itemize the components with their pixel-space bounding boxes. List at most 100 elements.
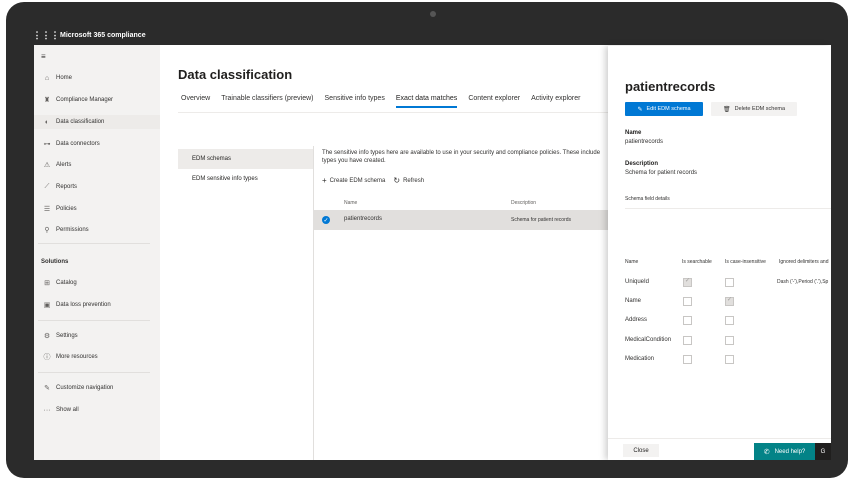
nav-item-customize-navigation[interactable]: ✎ Customize navigation (34, 381, 160, 395)
subnav-divider (313, 146, 314, 460)
subnav-edm-sensitive-info-types[interactable]: EDM sensitive info types (178, 169, 313, 189)
tab-sensitive-info-types[interactable]: Sensitive info types (325, 95, 385, 108)
case-insensitive-checkbox[interactable] (725, 336, 734, 345)
edit-icon: ✎ (637, 106, 643, 113)
nav-item-label: Data loss prevention (56, 302, 111, 308)
case-insensitive-checkbox[interactable] (725, 278, 734, 287)
nav-divider (38, 243, 150, 244)
info-icon: ⓘ (43, 354, 51, 361)
column-description[interactable]: Description (511, 200, 536, 206)
nav-item-label: Customize navigation (56, 385, 114, 391)
nav-item-label: Show all (56, 407, 79, 413)
connectors-icon: ⊶ (43, 141, 51, 148)
nav-item-label: Home (56, 75, 73, 81)
nav-item-data-connectors[interactable]: ⊶ Data connectors (34, 137, 160, 151)
nav-item-label: Permissions (56, 227, 89, 233)
plus-icon: + (322, 176, 327, 185)
give-feedback-button[interactable]: G (815, 443, 831, 460)
device-bezel: ⋮⋮⋮ Microsoft 365 compliance ≡ ⌂ Home ♜ … (6, 2, 848, 478)
searchable-checkbox[interactable] (683, 316, 692, 325)
command-bar: + Create EDM schema ↻ Refresh (322, 176, 432, 185)
nav-item-label: Reports (56, 184, 78, 190)
create-edm-schema-button[interactable]: + Create EDM schema (322, 176, 385, 185)
tab-bar: Overview Trainable classifiers (preview)… (181, 95, 591, 108)
nav-item-label: Data classification (56, 119, 105, 125)
nav-item-label: More resources (56, 354, 98, 360)
nav-item-catalog[interactable]: ⊞ Catalog (34, 276, 160, 290)
tab-exact-data-matches[interactable]: Exact data matches (395, 95, 458, 108)
table-row[interactable]: ✓ patientrecords Schema for patient reco… (314, 210, 610, 230)
need-help-label: Need help? (774, 448, 806, 455)
searchable-checkbox[interactable] (683, 297, 692, 306)
edit-label: Edit EDM schema (646, 106, 691, 112)
permissions-icon: ⚲ (44, 227, 50, 234)
dlp-icon: ▣ (43, 302, 51, 309)
checkmark-icon: ✓ (727, 297, 733, 303)
tab-overview[interactable]: Overview (181, 95, 210, 108)
row-name: patientrecords (344, 216, 383, 222)
name-value: patientrecords (625, 139, 664, 145)
case-insensitive-checkbox[interactable] (725, 316, 734, 325)
case-insensitive-checkbox[interactable] (725, 355, 734, 364)
policies-icon: ☰ (43, 206, 51, 213)
searchable-checkbox[interactable] (683, 355, 692, 364)
nav-item-more-resources[interactable]: ⓘ More resources (34, 350, 160, 364)
field-name: MedicalCondition (625, 337, 672, 343)
header-is-searchable: Is searchable (682, 259, 712, 265)
tab-trainable-classifiers[interactable]: Trainable classifiers (preview) (221, 95, 313, 108)
nav-item-policies[interactable]: ☰ Policies (34, 202, 160, 216)
classification-icon: ◐ (44, 118, 50, 126)
edit-edm-schema-button[interactable]: ✎ Edit EDM schema (625, 102, 703, 116)
chart-icon: ⟋ (44, 183, 50, 190)
nav-item-label: Catalog (56, 280, 77, 286)
searchable-checkbox[interactable] (683, 336, 692, 345)
schema-field-details-label: Schema field details (625, 196, 670, 202)
nav-item-data-loss-prevention[interactable]: ▣ Data loss prevention (34, 298, 160, 312)
delete-edm-schema-button[interactable]: 🗑 Delete EDM schema (711, 102, 797, 116)
camera (430, 11, 436, 17)
close-button[interactable]: Close (623, 444, 659, 457)
nav-divider (38, 320, 150, 321)
field-row: Address (625, 311, 831, 330)
left-nav: ≡ ⌂ Home ♜ Compliance Manager ◐ Data cla… (34, 45, 160, 460)
searchable-checkbox[interactable]: ✓ (683, 278, 692, 287)
app-launcher-icon[interactable]: ⋮⋮⋮ (34, 30, 60, 41)
hamburger-icon[interactable]: ≡ (41, 52, 46, 61)
column-name[interactable]: Name (344, 200, 357, 206)
header-ignored-delimiters: Ignored delimiters and (779, 259, 829, 265)
panel-title: patientrecords (625, 79, 716, 94)
field-row: MedicalCondition (625, 331, 831, 350)
refresh-button[interactable]: ↻ Refresh (393, 176, 424, 185)
nav-item-reports[interactable]: ⟋ Reports (34, 180, 160, 194)
row-description: Schema for patient records (511, 217, 572, 223)
case-insensitive-checkbox[interactable]: ✓ (725, 297, 734, 306)
need-help-button[interactable]: ✆ Need help? (754, 443, 815, 460)
nav-item-alerts[interactable]: ⚠ Alerts (34, 158, 160, 172)
tab-activity-explorer[interactable]: Activity explorer (531, 95, 580, 108)
description-label: Description (625, 161, 659, 167)
field-name: UniqueId (625, 279, 650, 285)
field-name: Address (625, 317, 648, 323)
subnav-edm-schemas[interactable]: EDM schemas (178, 149, 313, 169)
nav-item-show-all[interactable]: ··· Show all (34, 403, 160, 417)
checkmark-icon[interactable]: ✓ (322, 216, 330, 224)
checkmark-icon: ✓ (685, 278, 691, 284)
tab-content-explorer[interactable]: Content explorer (468, 95, 520, 108)
nav-item-permissions[interactable]: ⚲ Permissions (34, 223, 160, 237)
nav-item-label: Policies (56, 206, 77, 212)
nav-item-data-classification[interactable]: ◐ Data classification (34, 115, 160, 129)
nav-item-label: Alerts (56, 162, 72, 168)
intro-text: The sensitive info types here are availa… (322, 149, 612, 165)
alert-icon: ⚠ (43, 162, 51, 169)
app-title[interactable]: Microsoft 365 compliance (60, 32, 146, 39)
panel-divider (625, 208, 831, 209)
nav-item-compliance-manager[interactable]: ♜ Compliance Manager (34, 93, 160, 107)
nav-item-settings[interactable]: ⚙ Settings (34, 329, 160, 343)
field-row: Medication (625, 350, 831, 369)
field-name: Medication (625, 356, 655, 362)
nav-item-home[interactable]: ⌂ Home (34, 71, 160, 85)
pencil-icon: ✎ (44, 385, 50, 392)
trash-icon: 🗑 (722, 106, 731, 113)
details-panel: patientrecords ✎ Edit EDM schema 🗑 Delet… (608, 46, 831, 460)
nav-section-solutions: Solutions (41, 259, 69, 265)
